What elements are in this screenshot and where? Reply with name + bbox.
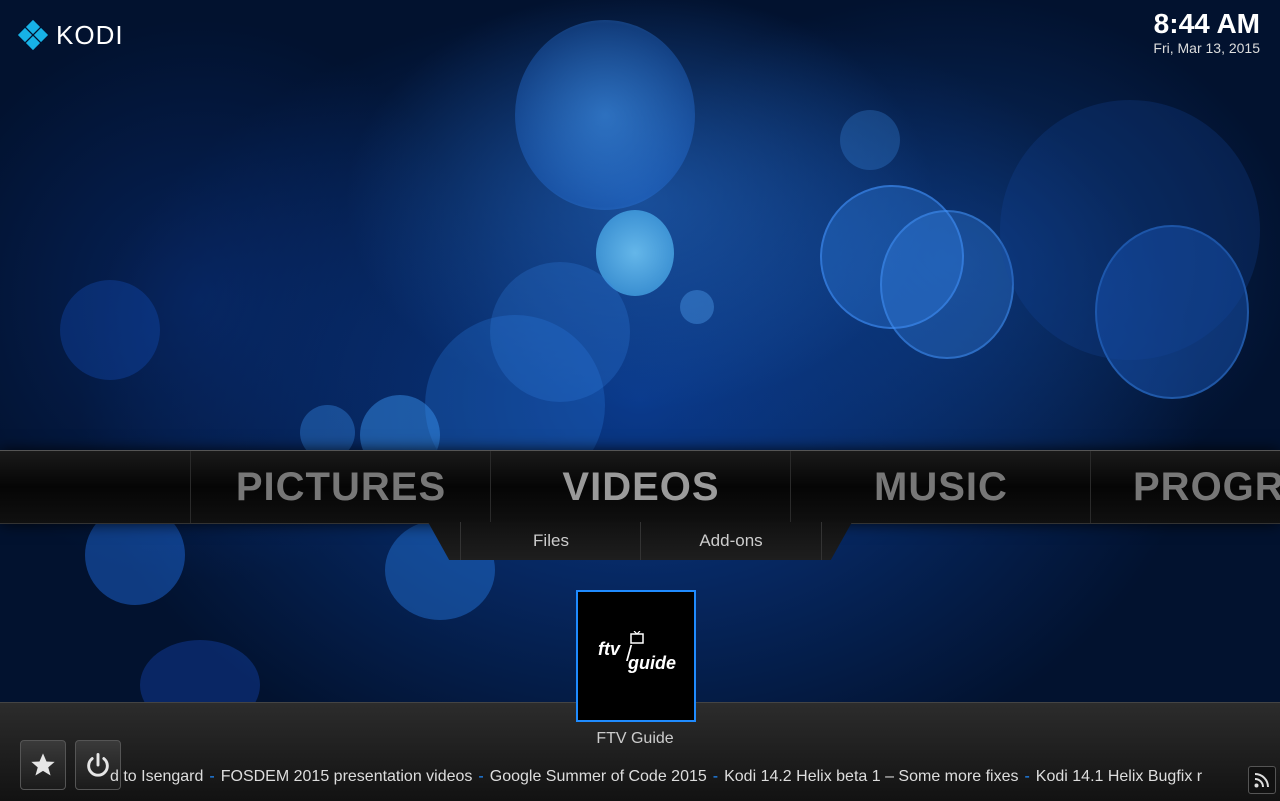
ticker-item: d to Isengard xyxy=(110,768,204,785)
star-icon xyxy=(31,753,55,776)
ftv-guide-label: FTV Guide xyxy=(596,730,674,747)
ticker-item: Kodi 14.1 Helix Bugfix r xyxy=(1035,768,1203,785)
menu-item-videos[interactable]: VIDEOS xyxy=(490,451,791,523)
rss-button[interactable] xyxy=(1248,766,1276,794)
rss-icon xyxy=(1254,773,1269,788)
ticker-separator: - xyxy=(1024,768,1030,785)
ticker-item: Google Summer of Code 2015 xyxy=(489,768,707,785)
clock-time: 8:44 AM xyxy=(1153,8,1260,39)
rss-ticker[interactable]: d to Isengard - FOSDEM 2015 presentation v… xyxy=(110,764,1245,790)
submenu-item-add-ons[interactable]: Add-ons xyxy=(640,522,822,560)
menu-item-pictures[interactable]: PICTURES xyxy=(190,451,491,523)
menu-item-music[interactable]: MUSIC xyxy=(790,451,1091,523)
main-menu: PICTURES VIDEOS MUSIC PROGRA xyxy=(0,450,1280,524)
kodi-logo-text: KODI xyxy=(56,19,124,50)
ticker-item: FOSDEM 2015 presentation videos xyxy=(220,768,473,785)
ticker-separator: - xyxy=(209,768,215,785)
ftv-guide-tile[interactable]: ftv / guide xyxy=(576,590,696,722)
submenu: Files Add-ons xyxy=(428,522,852,560)
ftv-guide-icon-bottom: guide xyxy=(628,653,676,673)
submenu-item-files[interactable]: Files xyxy=(460,522,641,560)
ftv-guide-icon: ftv / guide xyxy=(596,631,676,681)
menu-item-programs[interactable]: PROGRA xyxy=(1090,451,1280,523)
ftv-guide-icon-top: ftv xyxy=(598,639,620,659)
clock-date: Fri, Mar 13, 2015 xyxy=(1153,40,1260,56)
favourites-button[interactable] xyxy=(20,740,66,790)
ticker-item: Kodi 14.2 Helix beta 1 – Some more fixes xyxy=(724,768,1019,785)
power-icon xyxy=(87,753,109,777)
ticker-separator: - xyxy=(712,768,719,785)
clock: 8:44 AM Fri, Mar 13, 2015 xyxy=(1153,8,1260,56)
kodi-logo: KODI xyxy=(16,18,124,52)
ticker-separator: - xyxy=(478,768,484,785)
kodi-logo-icon xyxy=(16,18,50,52)
